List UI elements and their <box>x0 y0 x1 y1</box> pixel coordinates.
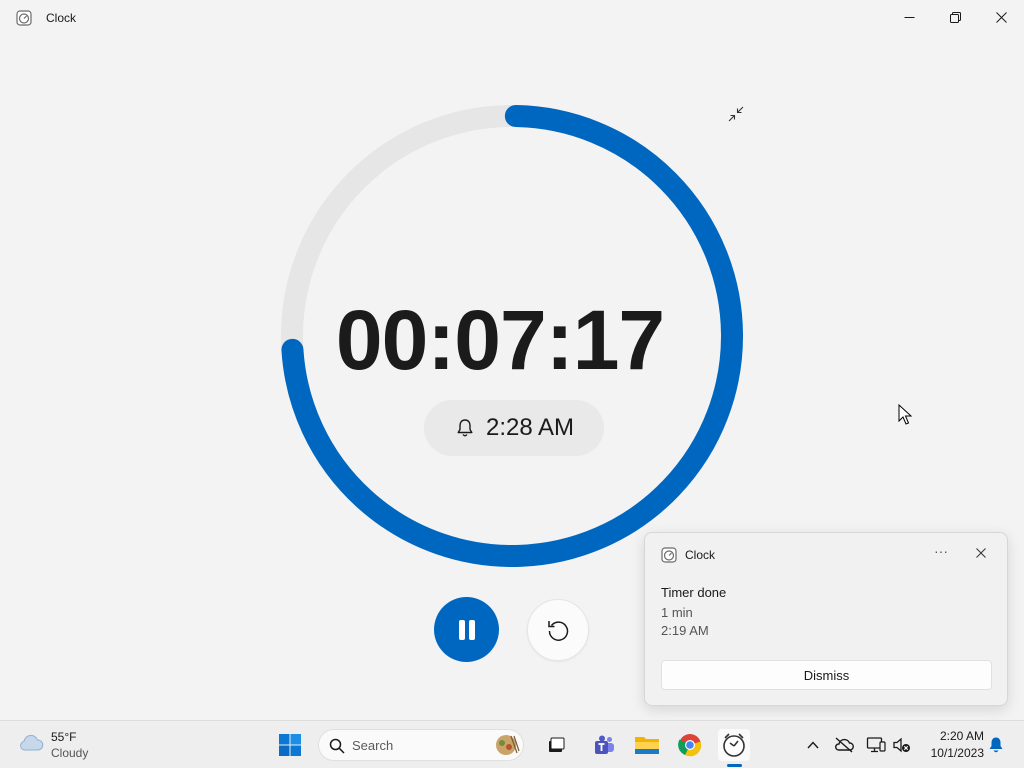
restore-icon <box>949 11 961 23</box>
dismiss-button[interactable]: Dismiss <box>661 660 992 690</box>
timer-remaining-display: 00:07:17 <box>335 293 665 387</box>
bell-icon <box>457 419 473 437</box>
search-icon <box>329 738 345 754</box>
taskbar-search-box[interactable]: Search <box>318 729 524 761</box>
close-icon <box>995 11 1007 23</box>
window-title: Clock <box>46 11 77 25</box>
onedrive-offline-icon <box>835 737 854 753</box>
bell-icon <box>989 737 1003 753</box>
notification-more-button[interactable]: ··· <box>931 543 951 563</box>
teams-icon <box>595 735 614 754</box>
network-tray-button[interactable] <box>866 735 886 755</box>
minimize-button[interactable] <box>886 0 932 34</box>
reset-button[interactable] <box>527 599 589 661</box>
minimize-icon <box>904 16 914 18</box>
notification-title: Timer done <box>661 585 727 600</box>
chrome-button[interactable] <box>674 729 706 761</box>
close-button[interactable] <box>978 0 1024 34</box>
close-icon <box>976 548 986 558</box>
network-icon <box>866 737 886 753</box>
weather-description[interactable]: Cloudy <box>51 746 88 760</box>
reset-icon <box>548 621 569 641</box>
taskbar-clock-time[interactable]: 2:20 AM <box>920 729 984 743</box>
notification-time: 2:19 AM <box>661 623 709 638</box>
clock-taskbar-button[interactable] <box>718 729 750 761</box>
chevron-up-icon <box>807 741 819 749</box>
volume-tray-button[interactable] <box>892 735 912 755</box>
clock-app-icon <box>661 547 677 563</box>
notification-duration: 1 min <box>661 605 693 620</box>
task-view-button[interactable] <box>540 729 572 761</box>
show-hidden-icons-button[interactable] <box>803 735 823 755</box>
taskbar-clock-date[interactable]: 10/1/2023 <box>920 746 984 760</box>
search-placeholder: Search <box>352 738 394 753</box>
pause-icon <box>458 619 475 640</box>
clock-app-icon <box>16 10 32 26</box>
volume-muted-icon <box>893 737 910 753</box>
search-highlight-icon <box>496 735 520 755</box>
onedrive-tray-button[interactable] <box>834 735 854 755</box>
notification-app-name: Clock <box>685 548 716 562</box>
notification-close-button[interactable] <box>973 545 989 561</box>
restore-button[interactable] <box>932 0 978 34</box>
windows-logo-icon <box>279 734 301 756</box>
weather-temperature[interactable]: 55°F <box>51 730 76 744</box>
folder-icon <box>635 737 659 754</box>
mouse-cursor-icon <box>898 404 912 425</box>
taskbar: 55°F Cloudy Search 2:20 AM 10/1/2023 <box>0 720 1024 768</box>
task-view-icon <box>549 737 565 752</box>
file-explorer-button[interactable] <box>631 729 663 761</box>
chrome-icon <box>678 734 702 757</box>
notification-center-button[interactable] <box>986 735 1006 755</box>
teams-button[interactable] <box>588 729 620 761</box>
timer-end-time-badge: 2:28 AM <box>424 400 604 456</box>
clock-app-icon <box>723 733 745 757</box>
title-bar: Clock <box>0 0 1024 36</box>
start-button[interactable] <box>274 729 306 761</box>
pause-button[interactable] <box>434 597 499 662</box>
timer-end-time: 2:28 AM <box>485 414 575 441</box>
active-app-indicator <box>727 764 742 767</box>
cloud-icon[interactable] <box>18 733 44 753</box>
notification-toast[interactable]: Clock ··· Timer done 1 min 2:19 AM Dismi… <box>644 532 1008 706</box>
